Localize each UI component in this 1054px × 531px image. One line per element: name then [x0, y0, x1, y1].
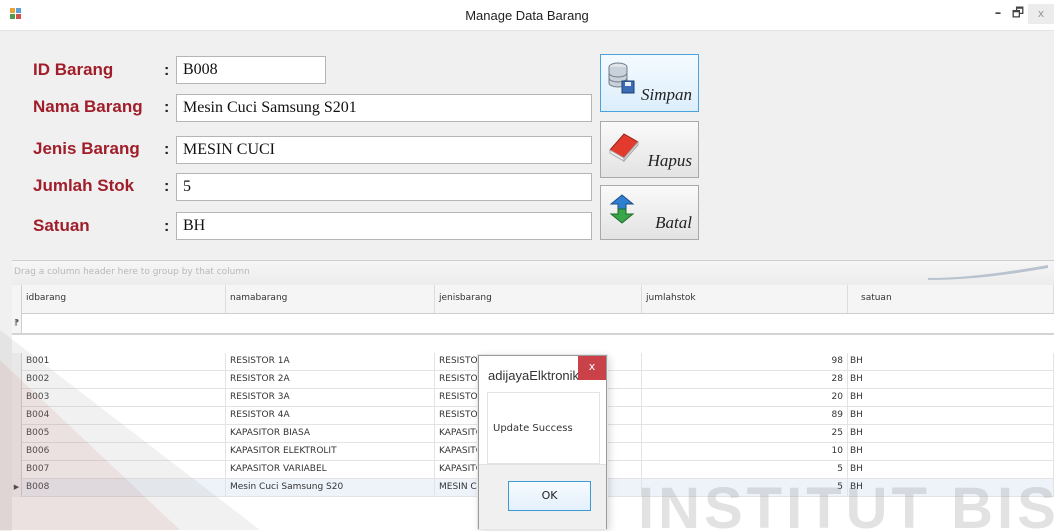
- cell-satuan[interactable]: BH: [848, 353, 1054, 371]
- group-by-panel[interactable]: Drag a column header here to group by th…: [12, 261, 1054, 286]
- cell-namabarang[interactable]: KAPASITOR ELEKTROLIT: [226, 443, 435, 461]
- cell-idbarang[interactable]: B008: [22, 479, 226, 497]
- eraser-icon: [607, 128, 639, 163]
- cell-jumlahstok[interactable]: 10: [642, 443, 848, 461]
- colon-separator: :: [164, 178, 170, 195]
- header-indicator: [12, 285, 22, 313]
- column-header-namabarang[interactable]: namabarang: [226, 285, 435, 313]
- nama-barang-input[interactable]: Mesin Cuci Samsung S201: [176, 94, 592, 122]
- simpan-button[interactable]: Simpan: [600, 54, 699, 112]
- row-indicator: [12, 443, 22, 461]
- cell-jumlahstok[interactable]: 98: [642, 353, 848, 371]
- cell-satuan[interactable]: BH: [848, 443, 1054, 461]
- cell-idbarang[interactable]: B004: [22, 407, 226, 425]
- batal-button[interactable]: Batal: [600, 185, 699, 240]
- label-nama-barang: Nama Barang: [33, 97, 143, 116]
- jenis-barang-input[interactable]: MESIN CUCI: [176, 136, 592, 164]
- id-barang-input[interactable]: B008: [176, 56, 326, 84]
- dialog-title: adijayaElktronik: [488, 368, 580, 383]
- cell-idbarang[interactable]: B007: [22, 461, 226, 479]
- cell-idbarang[interactable]: B002: [22, 371, 226, 389]
- column-header-jenisbarang[interactable]: jenisbarang: [435, 285, 642, 313]
- cell-jumlahstok[interactable]: 89: [642, 407, 848, 425]
- message-dialog: adijayaElktronik x Update Success OK: [478, 355, 607, 529]
- dialog-close-button[interactable]: x: [578, 356, 606, 380]
- simpan-label: Simpan: [641, 85, 692, 104]
- row-indicator: [12, 371, 22, 389]
- hapus-button[interactable]: Hapus: [600, 121, 699, 178]
- minimize-button[interactable]: –: [988, 4, 1008, 24]
- colon-separator: :: [164, 141, 170, 158]
- hapus-label: Hapus: [647, 151, 692, 170]
- colon-separator: :: [164, 99, 170, 116]
- label-id-barang: ID Barang: [33, 60, 114, 79]
- cell-namabarang[interactable]: Mesin Cuci Samsung S20: [226, 479, 435, 497]
- cell-jumlahstok[interactable]: 28: [642, 371, 848, 389]
- cell-idbarang[interactable]: B003: [22, 389, 226, 407]
- cell-satuan[interactable]: BH: [848, 389, 1054, 407]
- label-jenis-barang: Jenis Barang: [33, 139, 140, 158]
- cell-namabarang[interactable]: RESISTOR 2A: [226, 371, 435, 389]
- current-row-indicator-icon: ▶: [12, 479, 22, 497]
- group-by-hint: Drag a column header here to group by th…: [14, 267, 250, 277]
- satuan-input[interactable]: BH: [176, 212, 592, 240]
- dialog-footer: OK: [479, 464, 606, 529]
- title-bar: Manage Data Barang – 🗗 x: [0, 0, 1054, 31]
- colon-separator: :: [164, 218, 170, 235]
- row-indicator: [12, 407, 22, 425]
- batal-label: Batal: [655, 213, 692, 232]
- label-satuan: Satuan: [33, 216, 90, 235]
- cell-namabarang[interactable]: RESISTOR 4A: [226, 407, 435, 425]
- cell-idbarang[interactable]: B005: [22, 425, 226, 443]
- cell-jumlahstok[interactable]: 25: [642, 425, 848, 443]
- column-header-satuan[interactable]: satuan: [848, 285, 1054, 313]
- row-indicator: [12, 353, 22, 371]
- decorative-swoosh-icon: [928, 265, 1048, 280]
- cell-satuan[interactable]: BH: [848, 371, 1054, 389]
- column-header-jumlahstok[interactable]: jumlahstok: [642, 285, 848, 313]
- cell-jumlahstok[interactable]: 5: [642, 479, 848, 497]
- grid-header: idbarang namabarang jenisbarang jumlahst…: [12, 285, 1054, 314]
- cell-satuan[interactable]: BH: [848, 407, 1054, 425]
- close-window-button[interactable]: x: [1028, 4, 1054, 24]
- cell-idbarang[interactable]: B001: [22, 353, 226, 371]
- cell-satuan[interactable]: BH: [848, 425, 1054, 443]
- cell-satuan[interactable]: BH: [848, 461, 1054, 479]
- cell-satuan[interactable]: BH: [848, 479, 1054, 497]
- column-header-idbarang[interactable]: idbarang: [22, 285, 226, 313]
- dialog-message: Update Success: [493, 423, 573, 434]
- refresh-arrows-icon: [607, 192, 637, 226]
- colon-separator: :: [164, 62, 170, 79]
- new-row-marker-icon: ⁋: [12, 313, 22, 333]
- row-indicator: [12, 425, 22, 443]
- cell-jumlahstok[interactable]: 20: [642, 389, 848, 407]
- cell-jumlahstok[interactable]: 5: [642, 461, 848, 479]
- cell-idbarang[interactable]: B006: [22, 443, 226, 461]
- cell-namabarang[interactable]: KAPASITOR BIASA: [226, 425, 435, 443]
- dialog-ok-button[interactable]: OK: [508, 481, 591, 511]
- window-title: Manage Data Barang: [465, 8, 589, 23]
- cell-namabarang[interactable]: KAPASITOR VARIABEL: [226, 461, 435, 479]
- cell-namabarang[interactable]: RESISTOR 3A: [226, 389, 435, 407]
- row-indicator: [12, 389, 22, 407]
- label-jumlah-stok: Jumlah Stok: [33, 176, 135, 195]
- row-indicator: [12, 461, 22, 479]
- cell-namabarang[interactable]: RESISTOR 1A: [226, 353, 435, 371]
- database-save-icon: [607, 61, 637, 95]
- jumlah-stok-input[interactable]: 5: [176, 173, 592, 201]
- new-row[interactable]: ⁋: [12, 313, 1054, 335]
- maximize-button[interactable]: 🗗: [1008, 4, 1028, 24]
